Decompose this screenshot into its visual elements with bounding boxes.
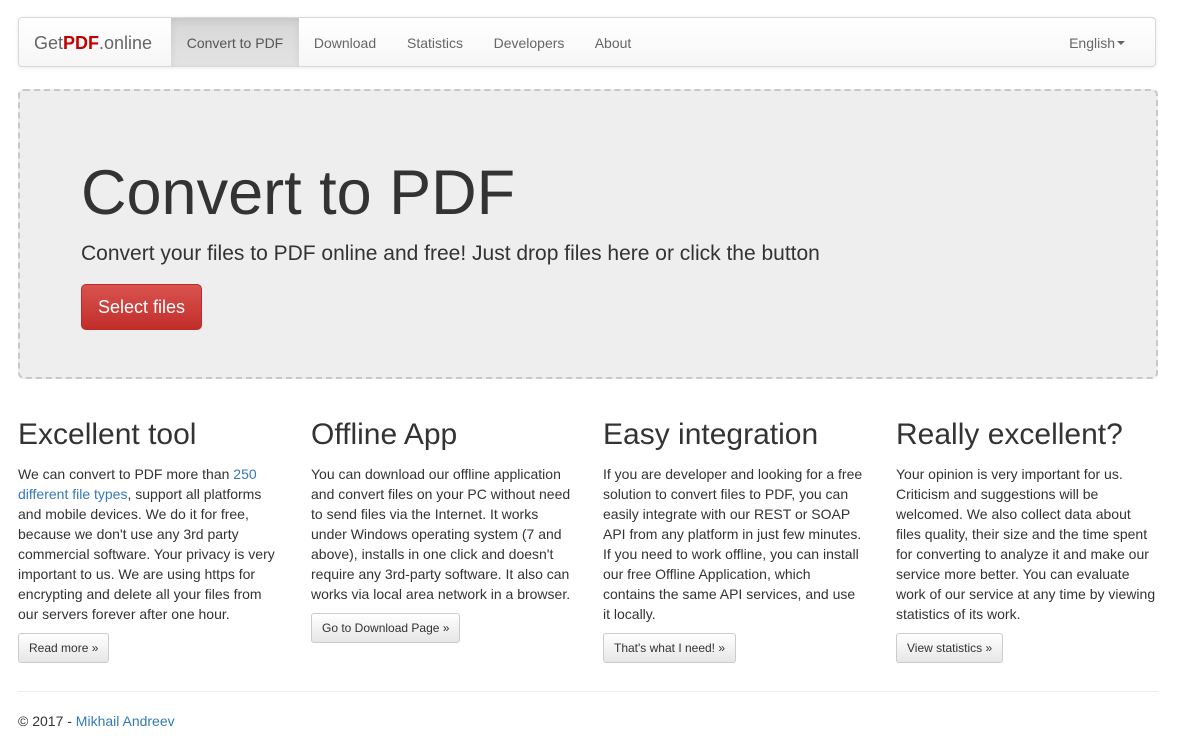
brand-prefix: Get — [34, 33, 64, 53]
nav-download[interactable]: Download — [300, 18, 390, 66]
author-link[interactable]: Mikhail Andreev — [76, 713, 175, 729]
feature-text: You can download our offline application… — [311, 466, 571, 602]
caret-down-icon — [1117, 41, 1125, 46]
top-navbar: GetPDF.online Convert to PDF Download St… — [18, 17, 1156, 67]
brand-pdf: PDF — [63, 33, 100, 53]
feature-easy-integration: Easy integration If you are developer an… — [603, 415, 866, 663]
thats-what-i-need-button[interactable]: That's what I need! » — [603, 633, 737, 663]
brand-suffix: .online — [99, 33, 153, 53]
read-more-button[interactable]: Read more » — [18, 633, 110, 663]
language-dropdown[interactable]: English — [1069, 18, 1125, 66]
nav-convert-to-pdf[interactable]: Convert to PDF — [171, 18, 299, 66]
select-files-button[interactable]: Select files — [81, 284, 202, 330]
feature-excellent-tool: Excellent tool We can convert to PDF mor… — [18, 415, 281, 663]
brand-logo[interactable]: GetPDF.online — [34, 18, 152, 66]
hero-subtitle: Convert your files to PDF online and fre… — [81, 242, 820, 265]
view-statistics-button[interactable]: View statistics » — [896, 633, 1004, 663]
nav-about[interactable]: About — [581, 18, 645, 66]
page-title: Convert to PDF — [81, 158, 516, 228]
feature-text-part: We can convert to PDF more than — [18, 466, 234, 482]
feature-offline-app: Offline App You can download our offline… — [311, 415, 574, 643]
feature-text: We can convert to PDF more than 250 diff… — [18, 464, 281, 624]
language-label: English — [1069, 35, 1115, 51]
feature-really-excellent: Really excellent? Your opinion is very i… — [896, 415, 1159, 663]
feature-title: Easy integration — [603, 418, 819, 451]
nav-developers[interactable]: Developers — [479, 18, 579, 66]
copyright-text: © 2017 - — [18, 713, 76, 729]
feature-title: Offline App — [311, 418, 458, 451]
file-drop-zone[interactable]: Convert to PDF Convert your files to PDF… — [18, 89, 1158, 379]
feature-text: If you are developer and looking for a f… — [603, 466, 863, 622]
feature-text-part: , support all platforms and mobile devic… — [18, 486, 275, 622]
go-to-download-button[interactable]: Go to Download Page » — [311, 613, 461, 643]
footer-divider — [18, 691, 1158, 692]
feature-text: Your opinion is very important for us. C… — [896, 466, 1156, 622]
nav-statistics[interactable]: Statistics — [392, 18, 478, 66]
feature-title: Excellent tool — [18, 418, 197, 451]
feature-title: Really excellent? — [896, 418, 1123, 451]
footer: © 2017 - Mikhail Andreev — [18, 713, 175, 729]
